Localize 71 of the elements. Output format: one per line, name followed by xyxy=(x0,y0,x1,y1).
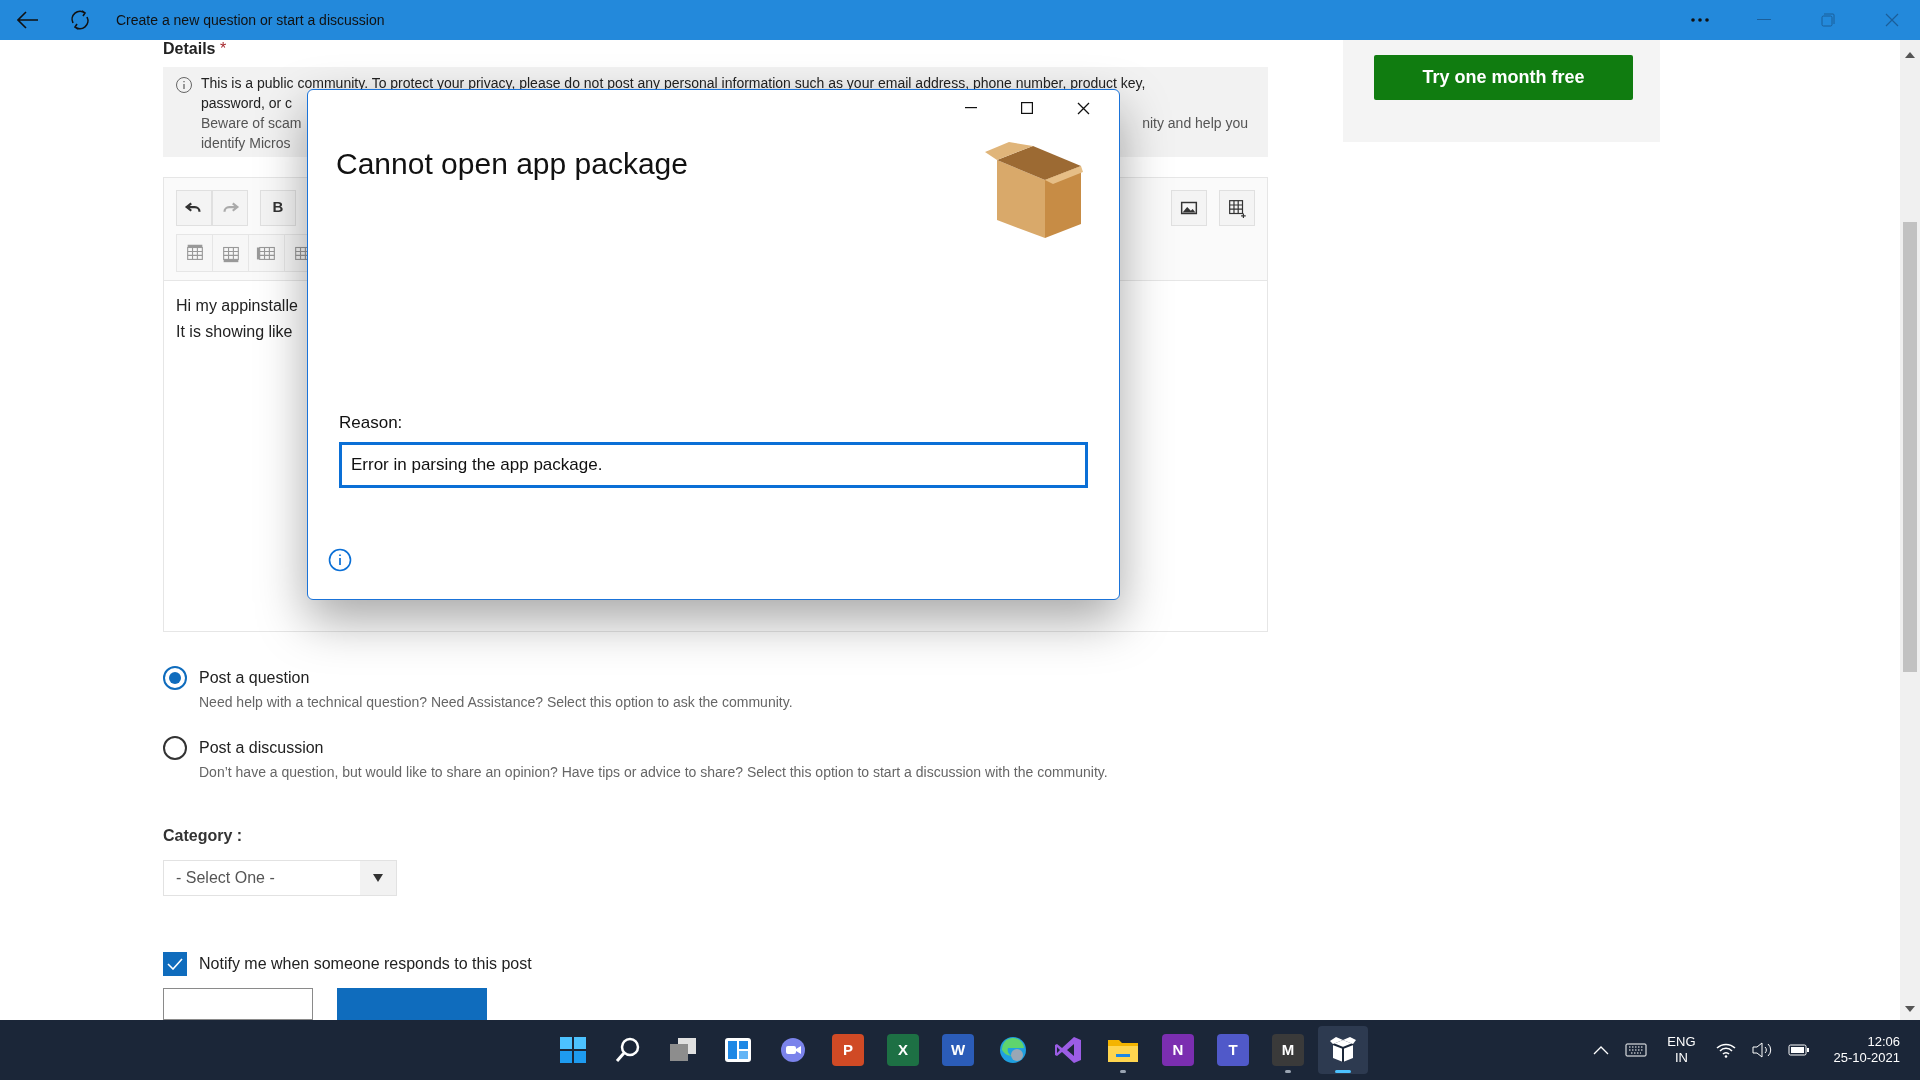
app-tile-icon: X xyxy=(887,1034,919,1066)
category-select[interactable]: - Select One - xyxy=(163,860,397,896)
checkmark-icon xyxy=(167,958,183,970)
back-arrow-icon xyxy=(17,11,39,29)
notice-text: password, or c xyxy=(201,94,293,113)
reason-label: Reason: xyxy=(338,411,404,434)
battery-icon[interactable] xyxy=(1787,1043,1810,1057)
package-icon xyxy=(1328,1035,1358,1065)
radio-button[interactable] xyxy=(163,666,187,691)
notice-text: identify Micros xyxy=(201,134,291,153)
restore-icon xyxy=(1821,13,1835,27)
editor-text: It is showing like xyxy=(176,321,293,342)
start-icon xyxy=(559,1036,587,1064)
taskbar-app-button[interactable] xyxy=(1318,1026,1368,1074)
taskbar-app-button[interactable]: X xyxy=(878,1026,928,1074)
app-tile-icon: N xyxy=(1162,1034,1194,1066)
visual-studio-icon xyxy=(1053,1035,1083,1065)
bold-button[interactable]: B xyxy=(260,189,296,226)
notice-text: nity and help you xyxy=(1142,114,1248,133)
task-view-icon xyxy=(668,1036,698,1064)
wifi-icon[interactable] xyxy=(1715,1042,1736,1058)
edge-icon xyxy=(998,1035,1028,1065)
widgets-icon xyxy=(724,1036,752,1064)
dialog-title: Cannot open app package xyxy=(336,146,688,182)
app-tile-icon: M xyxy=(1272,1034,1304,1066)
app-tile-icon: T xyxy=(1217,1034,1249,1066)
minimize-icon xyxy=(965,107,977,109)
scroll-down-icon xyxy=(1905,1006,1915,1012)
chat-icon xyxy=(778,1036,808,1064)
taskbar-app-button[interactable]: W xyxy=(933,1026,983,1074)
window-title: Create a new question or start a discussion xyxy=(116,10,385,30)
notify-checkbox[interactable] xyxy=(163,952,187,976)
close-icon xyxy=(1076,101,1090,115)
maximize-icon xyxy=(1021,102,1033,114)
language-indicator[interactable]: ENG IN xyxy=(1663,1034,1700,1066)
app-tile-icon: P xyxy=(832,1034,864,1066)
scroll-up-icon xyxy=(1905,52,1915,58)
minimize-icon xyxy=(1757,19,1771,21)
taskbar-app-button[interactable]: T xyxy=(1208,1026,1258,1074)
dropdown-arrow-icon xyxy=(373,874,383,883)
close-icon xyxy=(1885,13,1899,27)
insert-table-button[interactable] xyxy=(1219,189,1255,226)
taskbar-app-button[interactable]: P xyxy=(823,1026,873,1074)
try-free-button[interactable]: Try one month free xyxy=(1374,55,1633,100)
keyboard-icon[interactable] xyxy=(1625,1043,1648,1057)
radio-description: Don’t have a question, but would like to share an opinion? Have tips or advice to share? Select this option to start a discussion with the community. xyxy=(199,763,1108,783)
clock[interactable]: 12:06 25-10-2021 xyxy=(1833,1034,1900,1066)
notice-text: Beware of scam xyxy=(201,114,302,133)
app-tile-icon: W xyxy=(942,1034,974,1066)
volume-icon[interactable] xyxy=(1751,1042,1772,1058)
taskbar-app-button[interactable]: N xyxy=(1153,1026,1203,1074)
chevron-up-icon[interactable] xyxy=(1593,1045,1610,1055)
radio-label: Post a question xyxy=(199,668,311,689)
reason-field[interactable]: Error in parsing the app package. xyxy=(339,442,1088,488)
category-label: Category : xyxy=(163,826,244,847)
more-icon xyxy=(1690,18,1710,22)
editor-text: Hi my appinstalle xyxy=(176,295,298,316)
image-button[interactable] xyxy=(1171,189,1207,226)
info-icon[interactable] xyxy=(328,548,352,572)
radio-button[interactable] xyxy=(163,736,187,761)
notify-label: Notify me when someone responds to this post xyxy=(199,954,532,974)
undo-button[interactable] xyxy=(176,189,212,226)
scrollbar[interactable] xyxy=(1900,40,1920,1020)
search-icon xyxy=(614,1036,642,1064)
radio-label: Post a discussion xyxy=(199,738,325,759)
info-icon xyxy=(175,76,193,94)
radio-description: Need help with a technical question? Need Assistance? Select this option to ask the community. xyxy=(199,693,793,713)
details-label: Details * xyxy=(163,39,228,59)
secondary-button[interactable] xyxy=(163,988,313,1020)
taskbar-app-button[interactable]: M xyxy=(1263,1026,1313,1074)
refresh-icon xyxy=(69,9,91,31)
